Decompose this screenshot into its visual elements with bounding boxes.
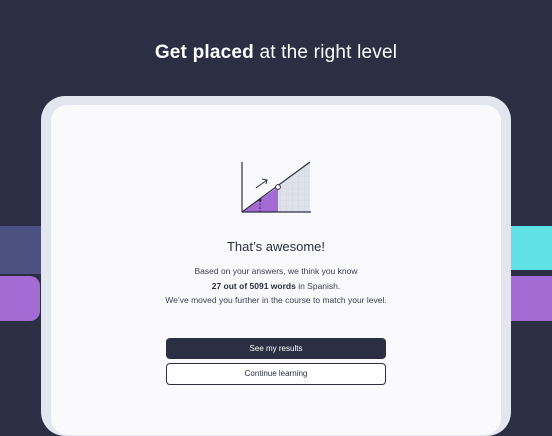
known-words-language: in Spanish.	[295, 281, 341, 291]
result-description-line1: Based on your answers, we think you know	[194, 266, 358, 276]
headline-rest: at the right level	[253, 42, 398, 63]
level-progress-chart-icon	[238, 158, 312, 216]
decorative-stripe-right-purple	[505, 276, 552, 321]
result-description-line3: We’ve moved you further in the course to…	[165, 295, 387, 305]
decorative-stripe-left-purple	[0, 276, 40, 321]
see-my-results-button[interactable]: See my results	[166, 338, 386, 359]
decorative-stripe-right-cyan	[505, 226, 552, 270]
continue-learning-button[interactable]: Continue learning	[166, 363, 386, 385]
result-description-line2: 27 out of 5091 words in Spanish.	[51, 281, 501, 291]
headline-bold: Get placed	[154, 42, 254, 63]
known-words-count: 27 out of 5091 words	[211, 281, 296, 291]
page-headline: Get placed at the right level	[0, 42, 552, 64]
result-heading: That’s awesome!	[226, 239, 326, 254]
